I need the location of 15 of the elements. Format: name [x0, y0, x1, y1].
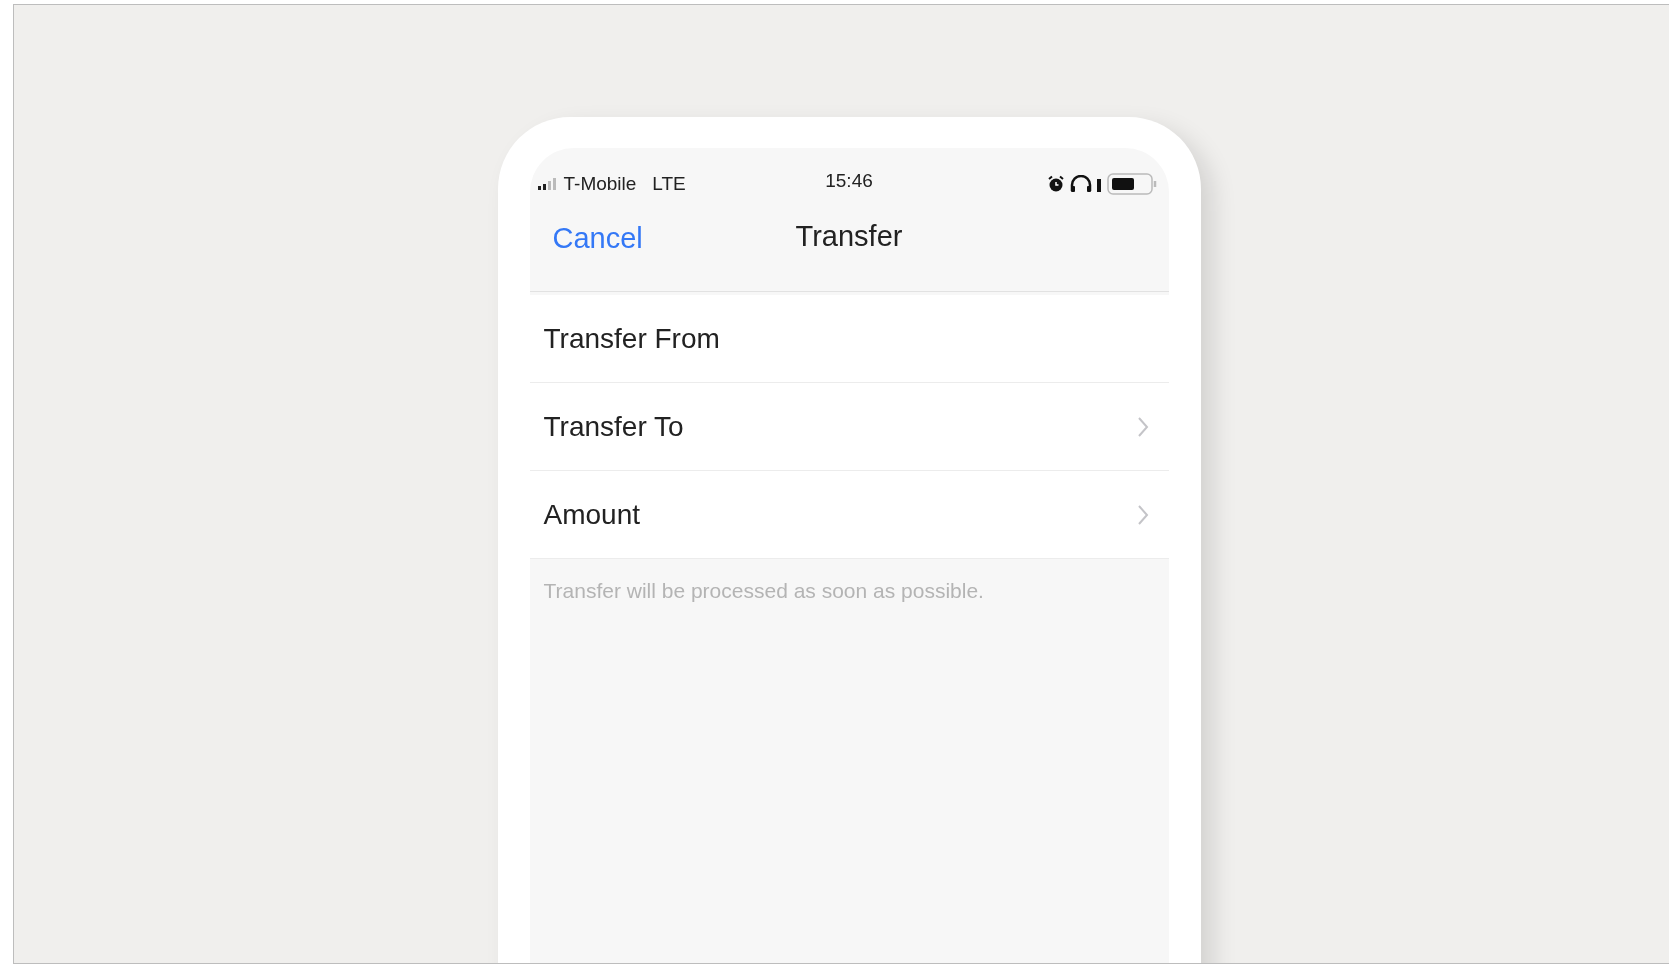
row-label: Transfer From — [543, 322, 720, 355]
footer-note: Transfer will be processed as soon as possible. — [543, 579, 985, 603]
network-type: LTE — [652, 173, 686, 195]
alarm-clock-icon — [1046, 175, 1065, 193]
nav-title: Transfer — [795, 220, 903, 253]
status-time: 15:46 — [825, 170, 873, 192]
cancel-button[interactable]: Cancel — [552, 222, 643, 255]
list-row[interactable]: Transfer From — [529, 295, 1169, 383]
row-label: Transfer To — [543, 410, 684, 443]
list-row[interactable]: Transfer To — [529, 383, 1169, 471]
headphones-icon — [1068, 175, 1103, 193]
list-row[interactable]: Amount — [529, 471, 1169, 559]
battery-icon — [1106, 173, 1159, 195]
row-label: Amount — [543, 498, 640, 531]
carrier-name: T-Mobile — [563, 173, 637, 195]
